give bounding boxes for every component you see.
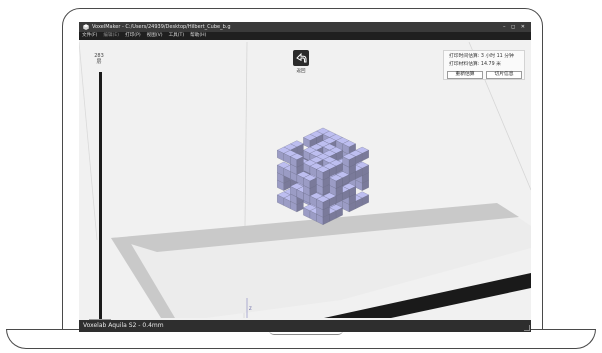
menu-item-4[interactable]: 工具(T) <box>166 32 185 40</box>
menu-item-1[interactable]: 编辑(E) <box>100 32 119 40</box>
hilbert-cube-model[interactable] <box>276 127 370 225</box>
build-volume-edge <box>79 41 98 241</box>
material-estimate: 打印材料估算: 14.79 米 <box>449 62 501 67</box>
resize-grip-icon[interactable] <box>524 325 530 331</box>
voxelmaker-logo-icon <box>83 24 89 30</box>
scene-canvas: Z <box>79 41 531 319</box>
window-title: VoxelMaker - C:/Users/24939/Desktop/Hilb… <box>92 24 231 30</box>
print-info-panel: 打印时间估算: 3 小时 11 分钟 打印材料估算: 14.79 米 重新估算 … <box>443 50 525 80</box>
menu-bar: 文件(F) 编辑(E) 打印(P) 视图(V) 工具(T) 帮助(H) <box>79 32 531 40</box>
menu-item-0[interactable]: 文件(F) <box>79 32 97 40</box>
return-arrow-icon <box>296 52 307 63</box>
layer-slider-top-label: 283 层 <box>92 53 106 65</box>
window-controls[interactable]: – ◻ ✕ <box>503 22 527 32</box>
menu-item-5[interactable]: 帮助(H) <box>187 32 206 40</box>
slice-info-button[interactable]: 切片信息 <box>486 71 522 79</box>
menu-item-2[interactable]: 打印(P) <box>122 32 141 40</box>
print-time-estimate: 打印时间估算: 3 小时 11 分钟 <box>449 54 514 59</box>
menu-item-3[interactable]: 视图(V) <box>144 32 163 40</box>
return-button[interactable] <box>293 50 309 66</box>
status-bar: Voxelab Aquila S2 - 0.4mm <box>79 320 531 332</box>
laptop-base <box>6 329 596 349</box>
printer-profile: Voxelab Aquila S2 - 0.4mm <box>83 322 164 329</box>
app-window: VoxelMaker - C:/Users/24939/Desktop/Hilb… <box>79 22 531 332</box>
layer-unit: 层 <box>96 59 102 65</box>
layer-slider[interactable] <box>99 72 102 319</box>
recalculate-button[interactable]: 重新估算 <box>447 71 483 79</box>
z-axis-label: Z <box>249 306 252 311</box>
return-label: 返回 <box>296 69 306 74</box>
title-bar: VoxelMaker - C:/Users/24939/Desktop/Hilb… <box>79 22 531 32</box>
3d-viewport[interactable]: Z 283 层 283 返回 打印时间估算: 3 小时 11 分钟 打印材料估算… <box>79 40 531 327</box>
